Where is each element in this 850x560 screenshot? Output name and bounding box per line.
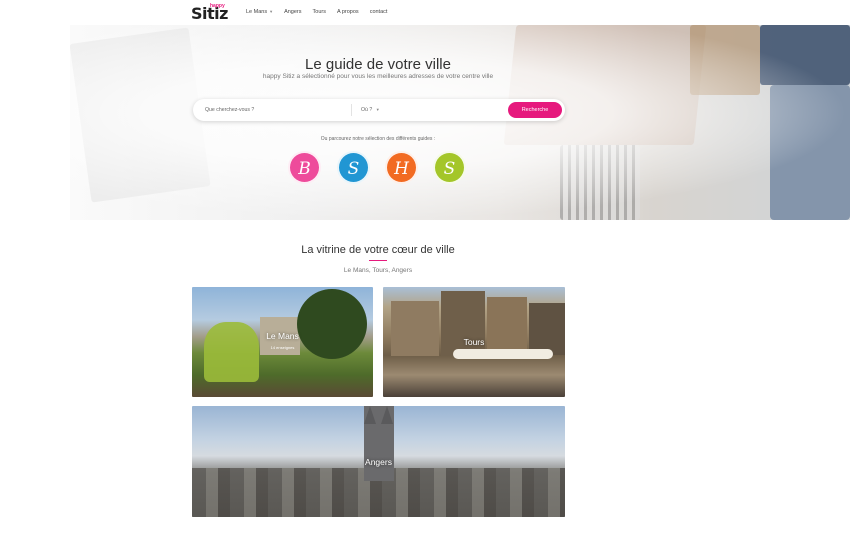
guide-b-button[interactable]: B: [288, 151, 321, 184]
hero-subtitle: happy Sitiz a sélectionné pour vous les …: [262, 73, 494, 80]
spire-shape: [364, 406, 376, 424]
city-card-label: Tours: [463, 337, 485, 347]
section-title: La vitrine de votre cœur de ville: [301, 244, 455, 256]
city-card-tours[interactable]: Tours: [383, 287, 565, 397]
hero-title: Le guide de votre ville: [305, 56, 451, 73]
nav-link-le-mans[interactable]: Le Mans ▼: [246, 9, 273, 15]
top-navbar: Sitiz happy Le Mans ▼ Angers Tours A prop…: [0, 0, 850, 25]
search-bar: Que cherchez-vous ? Où ? ▼ Recherche: [193, 99, 565, 121]
search-what-input[interactable]: Que cherchez-vous ?: [205, 107, 254, 113]
chevron-down-icon: ▼: [375, 107, 380, 112]
spire-shape: [381, 406, 393, 424]
city-card-angers[interactable]: Angers: [192, 406, 565, 517]
section-divider: [369, 260, 387, 261]
nav-link-tours[interactable]: Tours: [313, 9, 326, 15]
hero-content: Le guide de votre ville happy Sitiz a sé…: [0, 0, 756, 220]
guide-s-blue-button[interactable]: S: [337, 151, 370, 184]
guide-s-green-button[interactable]: S: [433, 151, 466, 184]
city-card-label: Angers: [365, 457, 392, 467]
nav-link-angers[interactable]: Angers: [284, 9, 301, 15]
chevron-down-icon: ▼: [269, 9, 274, 14]
nav-links: Le Mans ▼ Angers Tours A propos contact: [246, 9, 398, 15]
building-shape: [529, 303, 565, 355]
nav-link-a-propos[interactable]: A propos: [337, 9, 359, 15]
building-shape: [391, 301, 439, 356]
guides-label: Ou parcourez notre sélection des différe…: [320, 136, 436, 142]
search-button[interactable]: Recherche: [508, 102, 562, 118]
umbrella-shape: [453, 349, 553, 359]
search-where-label: Où ?: [361, 107, 373, 113]
nav-link-contact[interactable]: contact: [370, 9, 388, 15]
search-where-select[interactable]: Où ? ▼: [361, 107, 380, 113]
section-subtitle: Le Mans, Tours, Angers: [343, 267, 413, 274]
logo-happy-tag: happy: [210, 3, 225, 9]
city-card-sublabel: 14 enseignes: [270, 345, 295, 350]
city-card-le-mans[interactable]: Le Mans 14 enseignes: [192, 287, 373, 397]
nav-link-label: Le Mans: [246, 9, 268, 15]
guide-h-button[interactable]: H: [385, 151, 418, 184]
search-divider: [351, 104, 352, 116]
city-card-label: Le Mans: [266, 331, 299, 341]
